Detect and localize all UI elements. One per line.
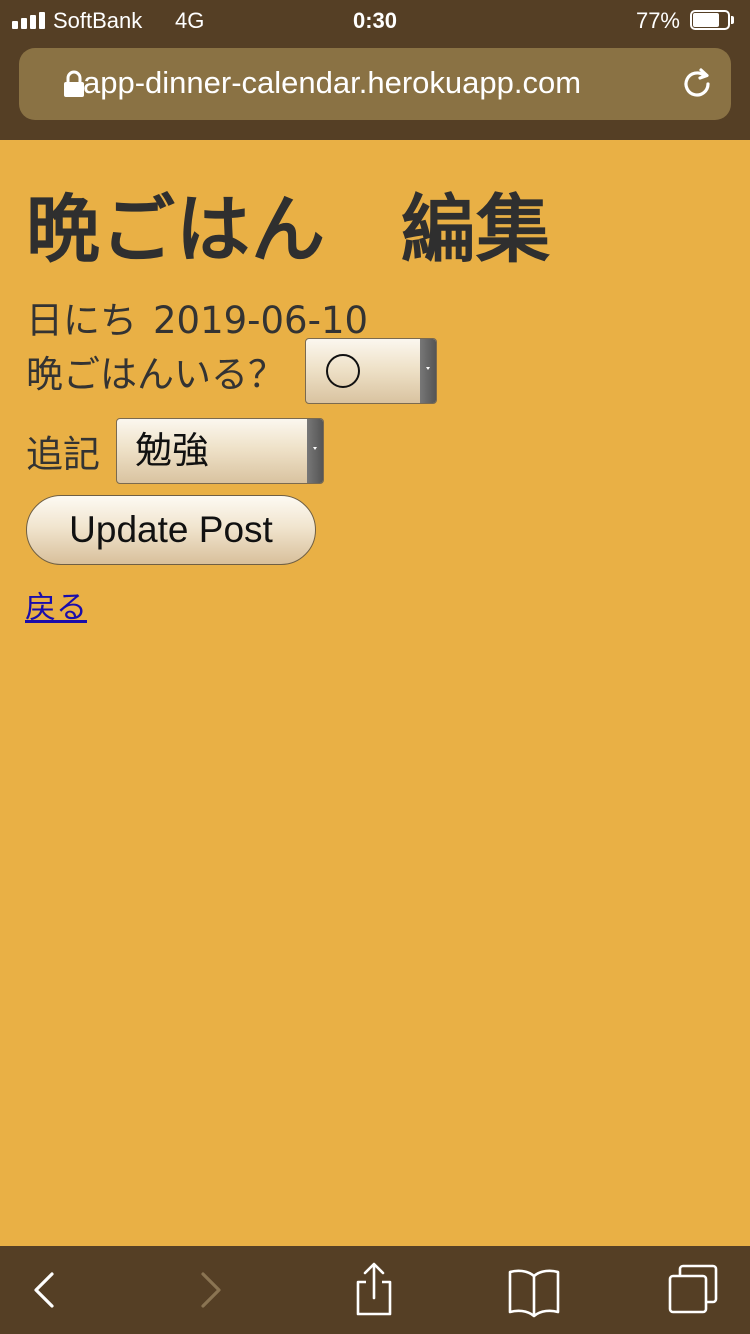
reload-icon[interactable] [679,66,715,102]
note-selected-value: 勉強 [135,429,209,472]
url-text[interactable]: app-dinner-calendar.herokuapp.com [83,65,581,101]
note-select[interactable]: 勉強 [116,418,324,484]
page-title: 晩ごはん 編集 [26,187,551,273]
circle-option-icon [326,354,360,388]
back-chevron-icon[interactable] [16,1262,76,1318]
bookmarks-book-icon[interactable] [504,1262,564,1318]
dinner-needed-row: 晩ごはんいる？ [26,336,437,406]
browser-top-chrome: SoftBank 4G 0:30 77% app-dinner-calendar… [0,0,750,140]
update-post-button[interactable]: Update Post [26,495,316,565]
browser-bottom-toolbar [0,1246,750,1334]
tabs-icon[interactable] [664,1262,724,1318]
battery-icon [690,10,736,32]
dinner-needed-label: 晩ごはんいる？ [26,353,285,396]
address-bar[interactable]: app-dinner-calendar.herokuapp.com [19,48,731,120]
battery-level-fill [693,13,719,27]
battery-percentage: 77% [635,8,680,33]
page-content: 晩ごはん 編集 日にち 2019-06-10 晩ごはんいる？ 追記 勉強 Upda… [0,140,750,1246]
note-row: 追記 勉強 [26,416,324,486]
dropdown-arrow-icon [307,419,323,483]
share-icon[interactable] [344,1262,404,1318]
status-bar: SoftBank 4G 0:30 77% [0,0,750,42]
note-label: 追記 [26,433,100,476]
back-link[interactable]: 戻る [25,582,87,627]
lock-icon [64,70,84,97]
dinner-needed-select[interactable] [305,338,437,404]
dropdown-arrow-icon [420,339,436,403]
forward-chevron-icon[interactable] [181,1262,241,1318]
